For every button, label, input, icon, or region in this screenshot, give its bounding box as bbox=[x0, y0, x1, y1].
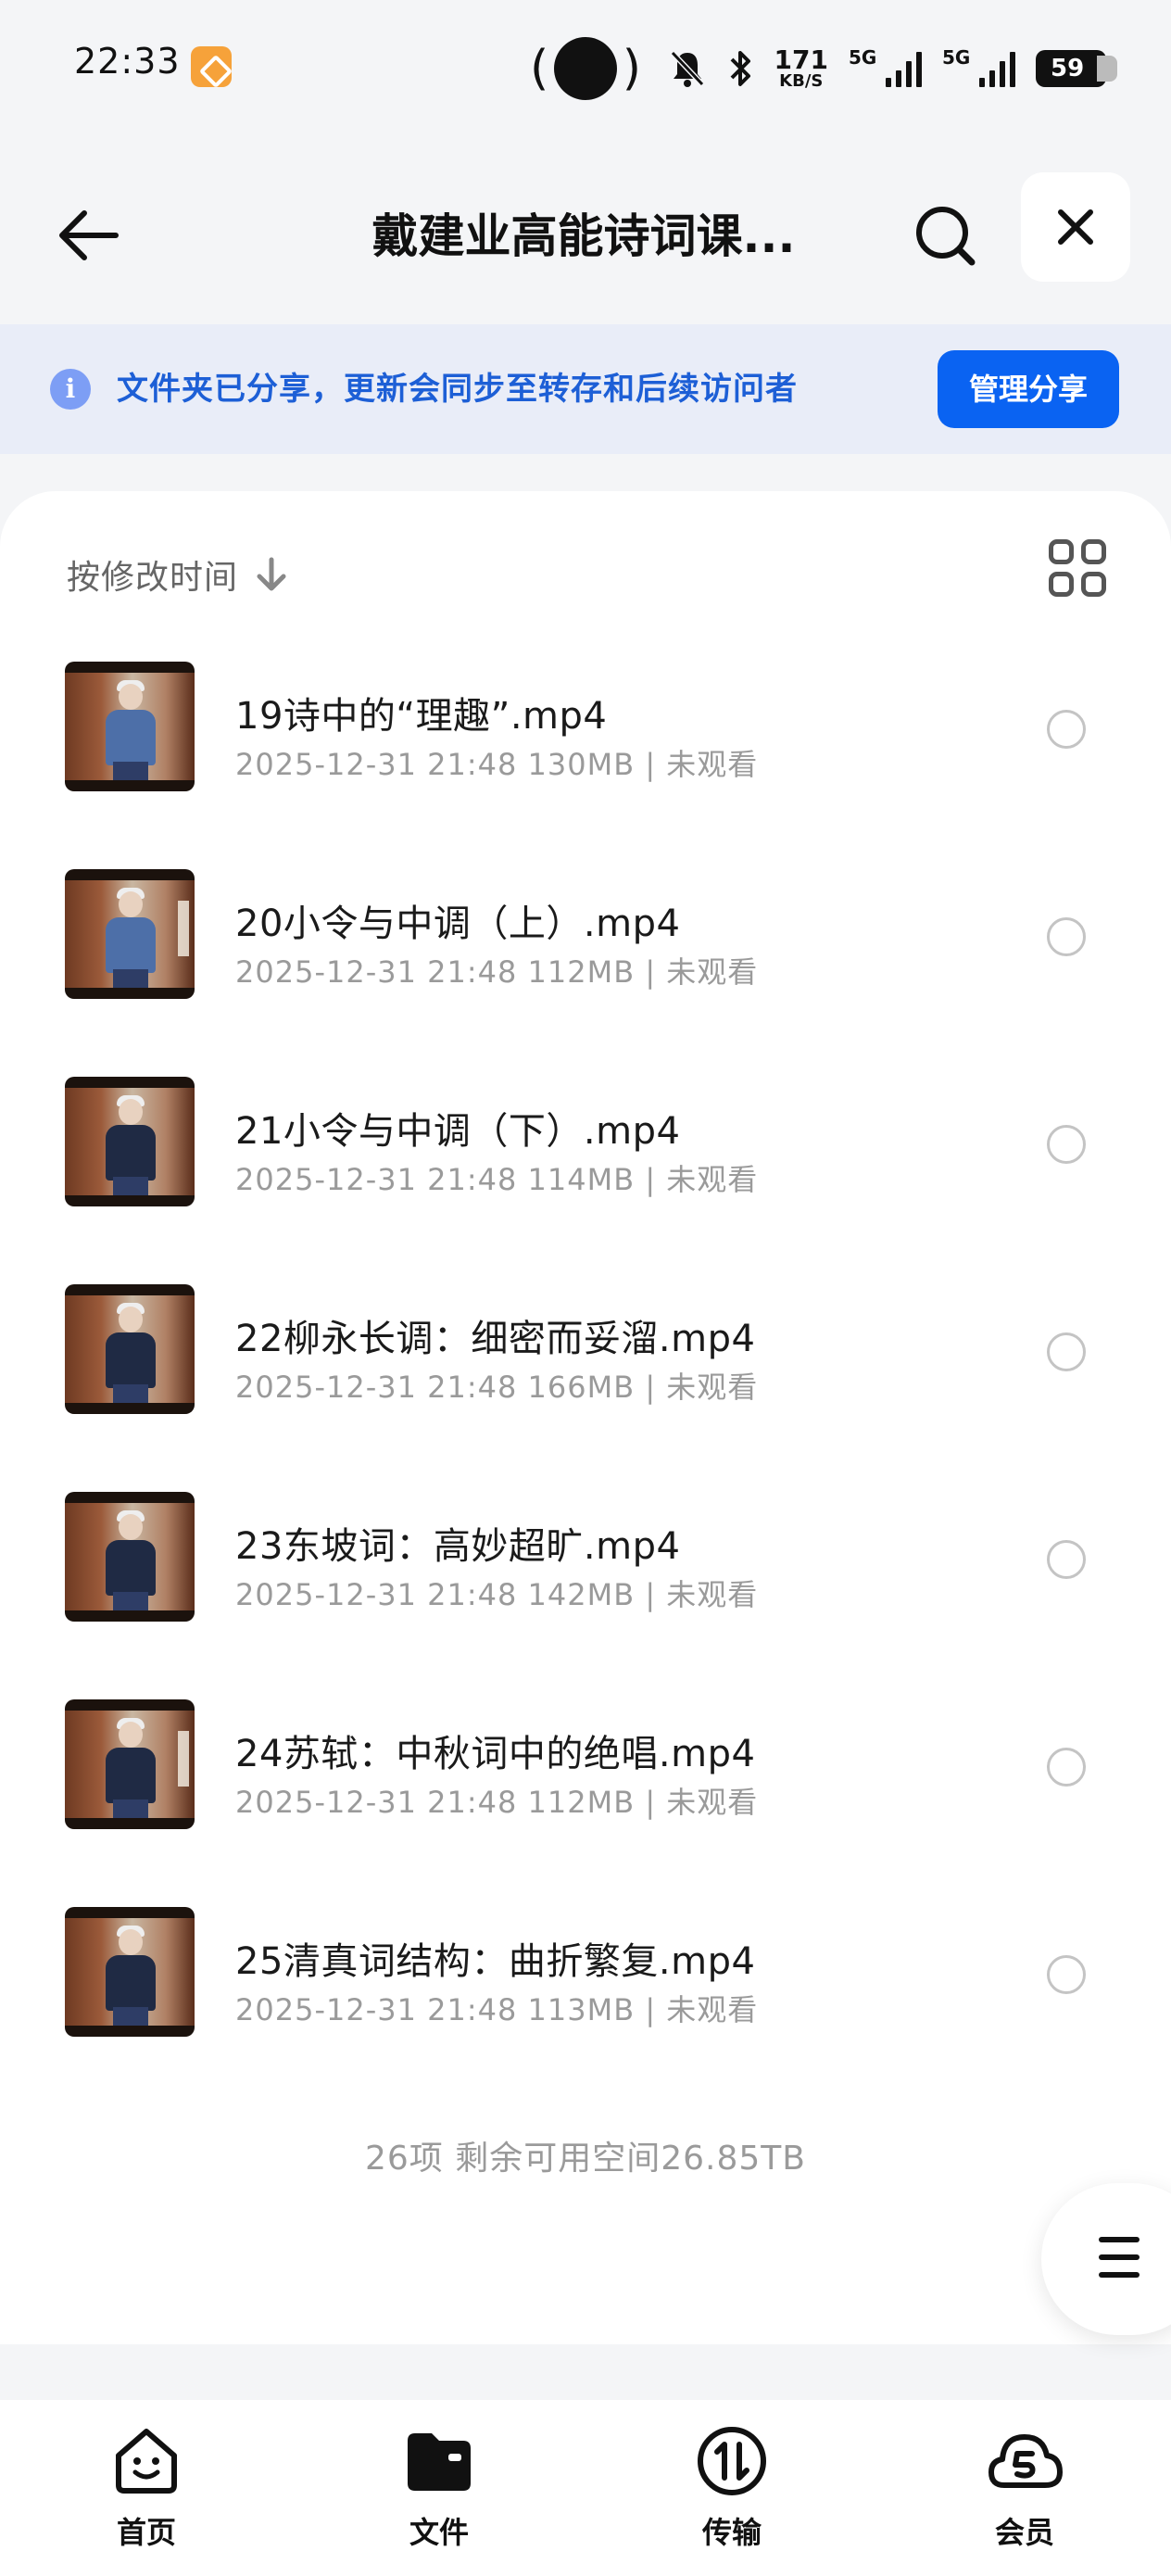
file-name: 23东坡词：高妙超旷.mp4 bbox=[235, 1525, 681, 1568]
select-radio[interactable] bbox=[1047, 1332, 1086, 1371]
nav-label-transfer: 传输 bbox=[701, 2515, 762, 2550]
file-name: 24苏轼：中秋词中的绝唱.mp4 bbox=[235, 1733, 756, 1775]
camera-bracket-left-icon: ( bbox=[530, 41, 549, 96]
file-name: 22柳永长调：细密而妥溜.mp4 bbox=[235, 1318, 756, 1360]
search-icon bbox=[916, 207, 976, 266]
page-title: 戴建业高能诗词课... bbox=[371, 209, 796, 263]
file-meta: 2025-12-31 21:48 114MB | 未观看 bbox=[235, 1162, 759, 1197]
nav-label-home: 首页 bbox=[116, 2515, 176, 2550]
sort-label: 按修改时间 bbox=[67, 559, 239, 597]
select-radio[interactable] bbox=[1047, 1540, 1086, 1579]
grid-cell-icon bbox=[1049, 539, 1074, 564]
sort-control[interactable]: 按修改时间 bbox=[67, 537, 288, 612]
file-list-panel: 按修改时间 19诗中的“理趣”.mp4 2025-12-31 21:48 130… bbox=[0, 491, 1171, 2344]
file-meta: 2025-12-31 21:48 142MB | 未观看 bbox=[235, 1577, 759, 1612]
file-row[interactable]: 25清真词结构：曲折繁复.mp4 2025-12-31 21:48 113MB … bbox=[0, 1894, 1171, 2102]
camera-indicator: ( ) bbox=[530, 33, 641, 104]
video-thumbnail bbox=[65, 1699, 195, 1829]
manage-share-button[interactable]: 管理分享 bbox=[938, 350, 1119, 428]
net-speed-unit: KB/S bbox=[779, 71, 824, 91]
file-row[interactable]: 23东坡词：高妙超旷.mp4 2025-12-31 21:48 142MB | … bbox=[0, 1479, 1171, 1686]
file-meta: 2025-12-31 21:48 113MB | 未观看 bbox=[235, 1992, 759, 2027]
nav-label-vip: 会员 bbox=[994, 2515, 1054, 2550]
grid-cell-icon bbox=[1049, 572, 1074, 597]
select-radio[interactable] bbox=[1047, 1125, 1086, 1164]
close-button[interactable] bbox=[1021, 172, 1130, 282]
net-speed: 171 KB/S bbox=[774, 47, 828, 90]
vip-cloud-icon bbox=[986, 2422, 1064, 2500]
arrow-down-icon bbox=[257, 557, 286, 591]
signal-sim1-icon: 5G bbox=[849, 46, 922, 87]
nav-item-files[interactable]: 文件 bbox=[293, 2400, 586, 2576]
storage-summary: 26项 剩余可用空间26.85TB bbox=[364, 2140, 806, 2178]
camera-bracket-right-icon: ) bbox=[622, 41, 641, 96]
file-name: 25清真词结构：曲折繁复.mp4 bbox=[235, 1940, 756, 1983]
video-thumbnail bbox=[65, 1077, 195, 1206]
file-meta: 2025-12-31 21:48 130MB | 未观看 bbox=[235, 747, 759, 782]
app-screen: 22:33 ( ) 171 KB/S 5G 5G 59 戴建业高能诗词课... … bbox=[0, 0, 1171, 2576]
home-face-icon bbox=[107, 2422, 185, 2500]
net-speed-value: 171 bbox=[774, 44, 828, 75]
notification-app-icon bbox=[191, 46, 232, 87]
video-thumbnail bbox=[65, 1907, 195, 2037]
file-row[interactable]: 20小令与中调（上）.mp4 2025-12-31 21:48 112MB | … bbox=[0, 856, 1171, 1064]
video-thumbnail bbox=[65, 869, 195, 999]
sim2-label: 5G bbox=[942, 46, 971, 69]
file-name: 19诗中的“理趣”.mp4 bbox=[235, 695, 608, 738]
select-radio[interactable] bbox=[1047, 710, 1086, 749]
file-row[interactable]: 22柳永长调：细密而妥溜.mp4 2025-12-31 21:48 166MB … bbox=[0, 1271, 1171, 1479]
back-button[interactable] bbox=[48, 195, 130, 276]
grid-view-toggle[interactable] bbox=[1049, 539, 1106, 597]
select-radio[interactable] bbox=[1047, 1748, 1086, 1787]
signal-sim2-icon: 5G bbox=[942, 46, 1015, 87]
battery-icon: 59 bbox=[1036, 50, 1117, 87]
select-radio[interactable] bbox=[1047, 917, 1086, 956]
file-row[interactable]: 24苏轼：中秋词中的绝唱.mp4 2025-12-31 21:48 112MB … bbox=[0, 1686, 1171, 1894]
menu-lines-icon bbox=[1099, 2237, 1140, 2278]
info-icon: i bbox=[50, 369, 91, 410]
battery-level: 59 bbox=[1051, 55, 1085, 82]
sim1-label: 5G bbox=[849, 46, 877, 69]
file-row[interactable]: 21小令与中调（下）.mp4 2025-12-31 21:48 114MB | … bbox=[0, 1064, 1171, 1271]
bluetooth-icon bbox=[730, 51, 750, 86]
camera-lens-icon bbox=[554, 37, 617, 100]
top-app-bar: 戴建业高能诗词课... bbox=[0, 167, 1171, 315]
arrow-left-icon bbox=[59, 210, 119, 260]
share-notice-banner: i 文件夹已分享，更新会同步至转存和后续访问者 管理分享 bbox=[0, 324, 1171, 454]
nav-item-vip[interactable]: 会员 bbox=[878, 2400, 1171, 2576]
video-thumbnail bbox=[65, 662, 195, 791]
nav-label-files: 文件 bbox=[409, 2515, 469, 2550]
mute-bell-icon bbox=[670, 50, 704, 87]
transfer-icon bbox=[693, 2422, 771, 2500]
search-button[interactable] bbox=[904, 195, 988, 278]
nav-item-transfer[interactable]: 传输 bbox=[586, 2400, 878, 2576]
share-notice-text: 文件夹已分享，更新会同步至转存和后续访问者 bbox=[117, 371, 798, 408]
file-meta: 2025-12-31 21:48 112MB | 未观看 bbox=[235, 1785, 759, 1820]
clock: 22:33 bbox=[74, 41, 181, 82]
file-list: 19诗中的“理趣”.mp4 2025-12-31 21:48 130MB | 未… bbox=[0, 649, 1171, 2102]
bottom-navigation: 首页 文件 传输 会员 bbox=[0, 2400, 1171, 2576]
close-icon bbox=[1058, 209, 1093, 245]
grid-cell-icon bbox=[1081, 572, 1106, 597]
status-bar: 22:33 ( ) 171 KB/S 5G 5G 59 bbox=[0, 0, 1171, 139]
file-row[interactable]: 19诗中的“理趣”.mp4 2025-12-31 21:48 130MB | 未… bbox=[0, 649, 1171, 856]
status-indicators: 171 KB/S 5G 5G 59 bbox=[669, 33, 1117, 104]
video-thumbnail bbox=[65, 1284, 195, 1414]
file-name: 20小令与中调（上）.mp4 bbox=[235, 903, 681, 945]
folder-icon bbox=[400, 2422, 478, 2500]
file-meta: 2025-12-31 21:48 112MB | 未观看 bbox=[235, 954, 759, 990]
nav-item-home[interactable]: 首页 bbox=[0, 2400, 293, 2576]
file-meta: 2025-12-31 21:48 166MB | 未观看 bbox=[235, 1370, 759, 1405]
grid-cell-icon bbox=[1081, 539, 1106, 564]
file-name: 21小令与中调（下）.mp4 bbox=[235, 1110, 681, 1153]
video-thumbnail bbox=[65, 1492, 195, 1622]
select-radio[interactable] bbox=[1047, 1955, 1086, 1994]
